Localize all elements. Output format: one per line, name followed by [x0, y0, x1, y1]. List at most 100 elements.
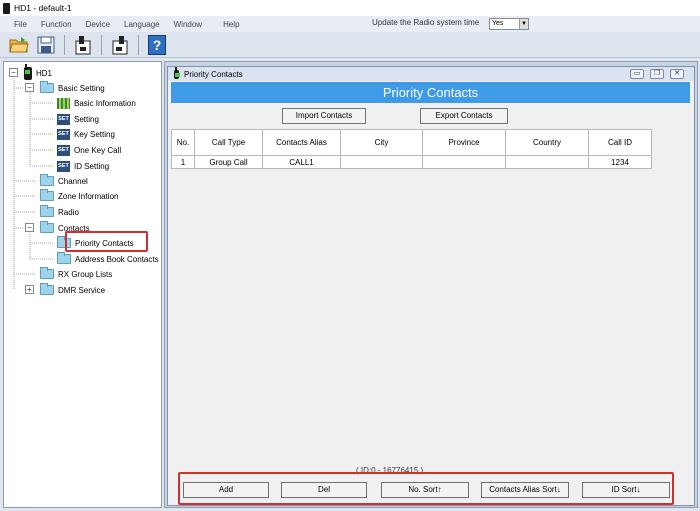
- priority-contacts-highlight: [65, 231, 148, 252]
- close-button[interactable]: ✕: [670, 69, 684, 79]
- menu-file[interactable]: File: [0, 20, 34, 29]
- collapse-basic-setting-toggle[interactable]: −: [25, 83, 34, 92]
- table-header-row: No. Call Type Contacts Alias City Provin…: [171, 129, 652, 156]
- column-header-province[interactable]: Province: [422, 129, 506, 156]
- navigation-tree: − HD1 − Basic Setting Basic Information …: [3, 61, 162, 508]
- table-row[interactable]: 1 Group Call CALL1 1234: [171, 155, 652, 169]
- tree-node-setting[interactable]: SET Setting: [57, 112, 99, 126]
- menu-help[interactable]: Help: [209, 20, 246, 29]
- tree-node-channel[interactable]: Channel: [40, 174, 88, 188]
- tree-node-radio[interactable]: Radio: [40, 205, 79, 219]
- grid-icon: [57, 97, 70, 109]
- save-icon[interactable]: [35, 34, 57, 56]
- import-contacts-button[interactable]: Import Contacts: [282, 108, 366, 124]
- tree-node-rx-group-lists[interactable]: RX Group Lists: [40, 267, 112, 281]
- cell-province[interactable]: [422, 155, 506, 169]
- tree-node-zone-information[interactable]: Zone Information: [40, 189, 118, 203]
- help-glyph: ?: [148, 34, 166, 55]
- toolbar-separator: [138, 34, 139, 55]
- toolbar-separator: [101, 34, 102, 55]
- tree-label-channel: Channel: [58, 176, 88, 186]
- folder-icon: [40, 221, 54, 233]
- folder-icon: [40, 267, 54, 279]
- no-sort-button[interactable]: No. Sort↑: [381, 482, 469, 498]
- tree-node-dmr-service[interactable]: DMR Service: [40, 283, 105, 297]
- app-title: HD1 - default-1: [14, 3, 72, 13]
- set-icon: SET: [57, 144, 70, 156]
- expand-dmr-service-toggle[interactable]: +: [25, 285, 34, 294]
- cell-call-type[interactable]: Group Call: [194, 155, 263, 169]
- add-button[interactable]: Add: [183, 482, 269, 498]
- menu-bar: File Function Device Language Window Hel…: [0, 16, 700, 32]
- read-device-icon[interactable]: [72, 34, 94, 56]
- tree-label-zone-information: Zone Information: [58, 191, 119, 201]
- tree-label-address-book-contacts: Address Book Contacts: [75, 254, 159, 264]
- menu-device[interactable]: Device: [79, 20, 117, 29]
- set-icon: SET: [57, 128, 70, 140]
- menu-function[interactable]: Function: [34, 20, 79, 29]
- menu-language[interactable]: Language: [117, 20, 167, 29]
- folder-icon: [40, 205, 54, 217]
- title-bar: HD1 - default-1: [0, 0, 700, 16]
- folder-icon: [40, 283, 54, 295]
- del-button[interactable]: Del: [281, 482, 367, 498]
- app-radio-icon: [3, 2, 10, 14]
- column-header-city[interactable]: City: [340, 129, 423, 156]
- priority-contacts-window: Priority Contacts ▭ ❐ ✕ Priority Contact…: [167, 66, 695, 506]
- folder-icon: [40, 189, 54, 201]
- tree-label-key-setting: Key Setting: [74, 129, 115, 139]
- column-header-no[interactable]: No.: [171, 129, 195, 156]
- restore-button[interactable]: ❐: [650, 69, 664, 79]
- update-time-label: Update the Radio system time: [372, 18, 480, 27]
- collapse-contacts-toggle[interactable]: −: [25, 223, 34, 232]
- help-icon[interactable]: ?: [146, 34, 168, 56]
- column-header-call-id[interactable]: Call ID: [588, 129, 652, 156]
- open-folder-icon[interactable]: [8, 34, 30, 56]
- tree-label-basic-information: Basic Information: [74, 98, 136, 108]
- tree-node-hd1[interactable]: HD1: [24, 63, 53, 80]
- column-header-country[interactable]: Country: [505, 129, 589, 156]
- tree-label-dmr-service: DMR Service: [58, 285, 106, 295]
- toolbar: ?: [0, 32, 700, 58]
- menu-window[interactable]: Window: [167, 20, 209, 29]
- cell-contacts-alias[interactable]: CALL1: [262, 155, 341, 169]
- write-device-icon[interactable]: [109, 34, 131, 56]
- page-banner: Priority Contacts: [171, 82, 690, 103]
- tree-node-basic-information[interactable]: Basic Information: [57, 96, 136, 110]
- folder-icon: [57, 252, 71, 264]
- id-sort-button[interactable]: ID Sort↓: [582, 482, 670, 498]
- column-header-contacts-alias[interactable]: Contacts Alias: [262, 129, 341, 156]
- toolbar-separator: [64, 34, 65, 55]
- tree-label-basic-setting: Basic Setting: [58, 83, 105, 93]
- collapse-hd1-toggle[interactable]: −: [9, 68, 18, 77]
- update-time-select[interactable]: Yes ▼: [489, 18, 529, 30]
- tree-label-setting: Setting: [74, 114, 99, 124]
- export-contacts-button[interactable]: Export Contacts: [420, 108, 508, 124]
- contacts-alias-sort-button[interactable]: Contacts Alias Sort↓: [481, 482, 569, 498]
- tree-node-one-key-call[interactable]: SET One Key Call: [57, 143, 121, 157]
- cell-call-id[interactable]: 1234: [588, 155, 652, 169]
- column-header-call-type[interactable]: Call Type: [194, 129, 263, 156]
- contacts-table: No. Call Type Contacts Alias City Provin…: [171, 129, 652, 169]
- cell-country[interactable]: [505, 155, 589, 169]
- tree-label-one-key-call: One Key Call: [74, 145, 122, 155]
- tree-node-basic-setting[interactable]: Basic Setting: [40, 81, 105, 95]
- window-title-bar: Priority Contacts ▭ ❐ ✕: [168, 66, 694, 81]
- window-radio-icon: [174, 66, 180, 79]
- tree-label-id-setting: ID Setting: [74, 161, 110, 171]
- tree-label-hd1: HD1: [36, 68, 53, 78]
- set-icon: SET: [57, 160, 70, 172]
- folder-icon: [40, 174, 54, 186]
- tree-label-rx-group-lists: RX Group Lists: [58, 269, 113, 279]
- tree-node-address-book-contacts[interactable]: Address Book Contacts: [57, 252, 159, 266]
- tree-node-key-setting[interactable]: SET Key Setting: [57, 127, 115, 141]
- cell-no[interactable]: 1: [171, 155, 195, 169]
- tree-node-id-setting[interactable]: SET ID Setting: [57, 159, 109, 173]
- cell-city[interactable]: [340, 155, 423, 169]
- window-title: Priority Contacts: [184, 69, 243, 79]
- update-time-value: Yes: [492, 20, 504, 27]
- folder-icon: [40, 81, 54, 93]
- minimize-button[interactable]: ▭: [630, 69, 644, 79]
- chevron-down-icon[interactable]: ▼: [519, 19, 528, 29]
- tree-label-radio: Radio: [58, 207, 79, 217]
